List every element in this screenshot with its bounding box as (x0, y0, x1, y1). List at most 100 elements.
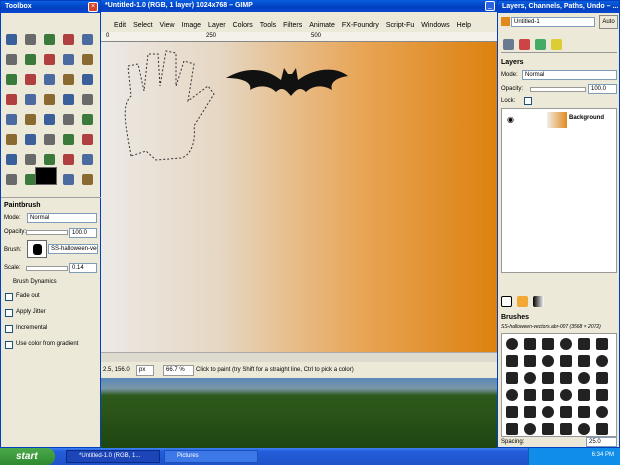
opacity-field[interactable]: 100.0 (69, 228, 97, 238)
tool-icon[interactable] (6, 94, 17, 105)
brush-preview[interactable] (27, 240, 47, 258)
tool-icon[interactable] (82, 154, 93, 165)
zoom-select[interactable]: 66.7 % (163, 365, 194, 376)
brush-icon[interactable] (578, 355, 590, 367)
brush-icon[interactable] (506, 355, 518, 367)
eye-icon[interactable]: ◉ (507, 115, 514, 124)
canvas[interactable] (101, 42, 497, 352)
brush-icon[interactable] (506, 389, 518, 401)
tool-icon[interactable] (6, 134, 17, 145)
brush-icon[interactable] (542, 423, 554, 435)
brush-icon[interactable] (506, 372, 518, 384)
menu-windows[interactable]: Windows (421, 22, 449, 29)
menu-fx-foundry[interactable]: FX-Foundry (342, 22, 379, 29)
tool-icon[interactable] (44, 74, 55, 85)
gradient-swatch[interactable] (533, 296, 544, 307)
menu-filters[interactable]: Filters (283, 22, 302, 29)
brush-icon[interactable] (578, 423, 590, 435)
tool-icon[interactable] (44, 134, 55, 145)
menu-layer[interactable]: Layer (208, 22, 226, 29)
close-icon[interactable]: × (88, 2, 98, 12)
menu-image[interactable]: Image (182, 22, 201, 29)
brush-icon[interactable] (524, 355, 536, 367)
opacity-slider[interactable] (26, 230, 68, 235)
brush-icon[interactable] (542, 338, 554, 350)
lock-checkbox[interactable] (524, 97, 532, 105)
tool-icon[interactable] (25, 114, 36, 125)
menu-colors[interactable]: Colors (233, 22, 253, 29)
fg-color[interactable] (35, 167, 57, 185)
taskbar-item-pictures[interactable]: Pictures (164, 450, 258, 463)
tool-icon[interactable] (44, 154, 55, 165)
image-titlebar[interactable]: *Untitled-1.0 (RGB, 1 layer) 1024x768 – … (101, 0, 497, 12)
brush-icon[interactable] (560, 389, 572, 401)
layers-tab-icon[interactable] (503, 39, 514, 50)
scrollbar-horizontal[interactable] (101, 352, 497, 362)
tool-icon[interactable] (6, 34, 17, 45)
brush-swatch[interactable] (501, 296, 512, 307)
brush-icon[interactable] (542, 389, 554, 401)
menu-animate[interactable]: Animate (309, 22, 335, 29)
tool-icon[interactable] (25, 54, 36, 65)
brush-icon[interactable] (578, 338, 590, 350)
brush-icon[interactable] (560, 355, 572, 367)
brush-icon[interactable] (596, 389, 608, 401)
brush-icon[interactable] (524, 338, 536, 350)
tool-icon[interactable] (82, 174, 93, 185)
menu-tools[interactable]: Tools (260, 22, 276, 29)
tool-icon[interactable] (63, 174, 74, 185)
taskbar-item-gimp[interactable]: *Untitled-1.0 (RGB, 1... (66, 450, 160, 463)
brush-icon[interactable] (560, 372, 572, 384)
menu-edit[interactable]: Edit (114, 22, 126, 29)
menu-script-fu[interactable]: Script-Fu (386, 22, 414, 29)
brush-icon[interactable] (524, 372, 536, 384)
tool-icon[interactable] (44, 54, 55, 65)
tool-icon[interactable] (6, 174, 17, 185)
incremental-checkbox[interactable] (5, 325, 13, 333)
spacing-field[interactable]: 25.0 (586, 437, 617, 447)
tool-icon[interactable] (82, 34, 93, 45)
brush-icon[interactable] (524, 406, 536, 418)
tool-icon[interactable] (44, 114, 55, 125)
brush-icon[interactable] (506, 406, 518, 418)
brush-icon[interactable] (578, 406, 590, 418)
fade-checkbox[interactable] (5, 293, 13, 301)
layers-opacity-slider[interactable] (530, 87, 586, 92)
tool-icon[interactable] (25, 34, 36, 45)
brush-icon[interactable] (596, 423, 608, 435)
layers-mode-select[interactable]: Normal (522, 70, 617, 80)
tool-icon[interactable] (25, 154, 36, 165)
tool-icon[interactable] (6, 74, 17, 85)
auto-button[interactable]: Auto (599, 15, 618, 29)
tool-icon[interactable] (82, 114, 93, 125)
brush-icon[interactable] (578, 389, 590, 401)
brush-icon[interactable] (524, 423, 536, 435)
tool-icon[interactable] (25, 94, 36, 105)
paths-tab-icon[interactable] (535, 39, 546, 50)
brush-dynamics[interactable]: Brush Dynamics (13, 279, 57, 285)
scale-field[interactable]: 0.14 (69, 263, 97, 273)
tool-icon[interactable] (82, 74, 93, 85)
jitter-checkbox[interactable] (5, 309, 13, 317)
undo-tab-icon[interactable] (551, 39, 562, 50)
brush-icon[interactable] (542, 372, 554, 384)
pattern-swatch[interactable] (517, 296, 528, 307)
gradient-checkbox[interactable] (5, 341, 13, 349)
scale-slider[interactable] (26, 266, 68, 271)
brush-icon[interactable] (596, 372, 608, 384)
tool-icon[interactable] (6, 54, 17, 65)
tool-icon[interactable] (63, 134, 74, 145)
layer-row[interactable]: ◉ Background (502, 111, 616, 129)
brush-icon[interactable] (506, 423, 518, 435)
brush-icon[interactable] (578, 372, 590, 384)
toolbox-titlebar[interactable]: Toolbox (1, 1, 100, 13)
brush-icon[interactable] (506, 338, 518, 350)
mode-select[interactable]: Normal (27, 213, 97, 223)
layers-opacity-field[interactable]: 100.0 (588, 84, 617, 94)
channels-tab-icon[interactable] (519, 39, 530, 50)
menu-select[interactable]: Select (133, 22, 152, 29)
tool-icon[interactable] (6, 154, 17, 165)
tool-icon[interactable] (63, 154, 74, 165)
brush-icon[interactable] (542, 406, 554, 418)
tool-icon[interactable] (44, 94, 55, 105)
